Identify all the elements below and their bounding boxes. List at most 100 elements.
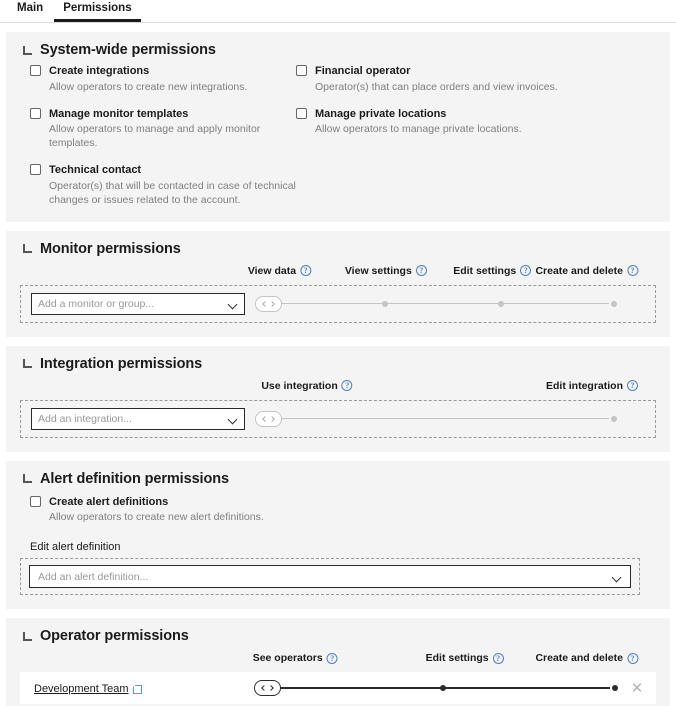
checkbox-technical-contact[interactable]: Technical contact Operator(s) that will … (30, 163, 296, 208)
section-operator-permissions: Operator permissions See operators ? Edi… (6, 618, 670, 706)
help-icon[interactable]: ? (326, 652, 338, 664)
monitor-add-row: Add a monitor or group... ✕ (20, 284, 656, 323)
monitor-select-wrapper[interactable]: Add a monitor or group... (31, 292, 245, 315)
checkbox-description: Allow operators to create new integratio… (49, 80, 248, 93)
checkbox-description: Operator(s) that can place orders and vi… (315, 80, 558, 93)
slider-stop[interactable] (382, 300, 389, 307)
tab-main[interactable]: Main (8, 2, 52, 22)
section-header[interactable]: System-wide permissions (20, 42, 656, 58)
help-icon[interactable]: ? (520, 265, 532, 277)
checkbox-input[interactable] (296, 107, 307, 119)
slider-handle[interactable] (255, 410, 282, 427)
section-alert-definition-permissions: Alert definition permissions Create aler… (6, 460, 670, 610)
checkbox-description: Allow operators to manage and apply moni… (49, 123, 261, 150)
checkbox-financial-operator[interactable]: Financial operator Operator(s) that can … (296, 64, 656, 95)
checkbox-label[interactable]: Financial operator (315, 64, 558, 79)
alert-definition-select-wrapper[interactable]: Add an alert definition... (29, 565, 631, 589)
operator-name: Development Team (34, 683, 129, 696)
alert-checkbox-grid: Create alert definitions Allow operators… (20, 495, 656, 526)
checkbox-input[interactable] (296, 65, 307, 76)
integration-permission-slider[interactable] (255, 409, 618, 429)
chevron-right-icon (269, 300, 275, 307)
column-header-edit-settings: Edit settings ? (426, 652, 504, 664)
slider-stop[interactable] (498, 300, 505, 307)
column-header-create-and-delete: Create and delete ? (535, 265, 638, 277)
chevron-right-icon (269, 415, 275, 422)
edit-alert-definition-label: Edit alert definition (30, 541, 121, 554)
chevron-right-icon (268, 685, 274, 692)
alert-definition-select[interactable]: Add an alert definition... (29, 565, 631, 589)
operator-permission-slider[interactable] (254, 678, 619, 698)
checkbox-label[interactable]: Manage monitor templates (49, 107, 296, 122)
checkbox-description: Allow operators to create new alert defi… (49, 511, 264, 524)
section-header[interactable]: Alert definition permissions (20, 471, 656, 487)
checkbox-label[interactable]: Create integrations (49, 64, 247, 79)
checkbox-create-alert-definitions[interactable]: Create alert definitions Allow operators… (30, 495, 656, 526)
integration-select[interactable]: Add an integration... (31, 407, 245, 430)
checkbox-manage-private-locations[interactable]: Manage private locations Allow operators… (296, 107, 656, 152)
section-title: Alert definition permissions (40, 470, 229, 487)
collapse-toggle-icon[interactable] (22, 473, 33, 484)
checkbox-manage-monitor-templates[interactable]: Manage monitor templates Allow operators… (30, 107, 296, 152)
section-title: Operator permissions (40, 628, 189, 645)
help-icon[interactable]: ? (341, 380, 353, 392)
slider-stop[interactable] (611, 300, 618, 307)
checkbox-description: Allow operators to manage private locati… (315, 123, 522, 136)
slider-track[interactable] (277, 302, 609, 305)
section-header[interactable]: Operator permissions (20, 628, 656, 644)
monitor-permission-slider[interactable] (255, 294, 618, 314)
section-title: System-wide permissions (40, 42, 216, 58)
operator-column-headers: See operators ? Edit settings ? Create a… (20, 652, 656, 670)
column-header-view-settings: View settings ? (345, 265, 427, 277)
help-icon[interactable]: ? (627, 652, 638, 664)
tab-bar: Main Permissions (0, 0, 676, 23)
checkbox-create-integrations[interactable]: Create integrations Allow operators to c… (30, 64, 296, 95)
system-wide-checkbox-grid: Create integrations Allow operators to c… (20, 64, 656, 208)
slider-stop[interactable] (611, 415, 618, 422)
help-icon[interactable]: ? (300, 265, 312, 277)
checkbox-label[interactable]: Create alert definitions (49, 495, 264, 510)
alert-definition-field-wrapper: Add an alert definition... (20, 558, 640, 596)
checkbox-input[interactable] (30, 65, 41, 76)
collapse-toggle-icon[interactable] (22, 45, 33, 56)
help-icon[interactable]: ? (415, 265, 427, 277)
checkbox-label[interactable]: Technical contact (49, 163, 296, 178)
collapse-toggle-icon[interactable] (22, 243, 33, 254)
section-system-wide-permissions: System-wide permissions Create integrati… (6, 32, 670, 222)
integration-add-row: Add an integration... ✕ (20, 399, 656, 438)
operator-rows: Development Team ✕ Add an operator or gr… (20, 672, 656, 706)
section-monitor-permissions: Monitor permissions View data ? View set… (6, 230, 670, 337)
collapse-toggle-icon[interactable] (22, 631, 33, 642)
table-row: Development Team ✕ (20, 672, 656, 705)
help-icon[interactable]: ? (627, 380, 638, 392)
column-header-view-data: View data ? (248, 265, 312, 277)
chevron-left-icon (261, 685, 267, 692)
section-header[interactable]: Integration permissions (20, 356, 656, 372)
checkbox-label[interactable]: Manage private locations (315, 107, 522, 122)
column-header-create-and-delete: Create and delete ? (535, 652, 638, 664)
section-header[interactable]: Monitor permissions (20, 241, 656, 257)
checkbox-input[interactable] (30, 107, 41, 119)
help-icon[interactable]: ? (627, 265, 638, 277)
monitor-select[interactable]: Add a monitor or group... (31, 292, 245, 315)
remove-row-button[interactable]: ✕ (628, 681, 646, 696)
tab-permissions[interactable]: Permissions (54, 2, 141, 22)
external-link-icon[interactable] (132, 684, 142, 694)
slider-stop[interactable] (612, 685, 619, 692)
column-header-use-integration: Use integration ? (261, 380, 353, 392)
checkbox-input[interactable] (30, 495, 41, 507)
monitor-column-headers: View data ? View settings ? Edit setting… (20, 265, 656, 283)
operator-link[interactable]: Development Team (34, 683, 142, 695)
section-integration-permissions: Integration permissions Use integration … (6, 345, 670, 452)
slider-stop[interactable] (440, 685, 447, 692)
section-title: Monitor permissions (40, 240, 181, 257)
slider-track[interactable] (277, 417, 609, 420)
chevron-left-icon (262, 300, 268, 307)
help-icon[interactable]: ? (492, 652, 504, 664)
column-header-see-operators: See operators ? (253, 652, 338, 664)
slider-handle[interactable] (254, 680, 281, 697)
integration-select-wrapper[interactable]: Add an integration... (31, 407, 245, 430)
collapse-toggle-icon[interactable] (22, 358, 33, 369)
checkbox-input[interactable] (30, 164, 41, 176)
slider-handle[interactable] (255, 295, 282, 312)
